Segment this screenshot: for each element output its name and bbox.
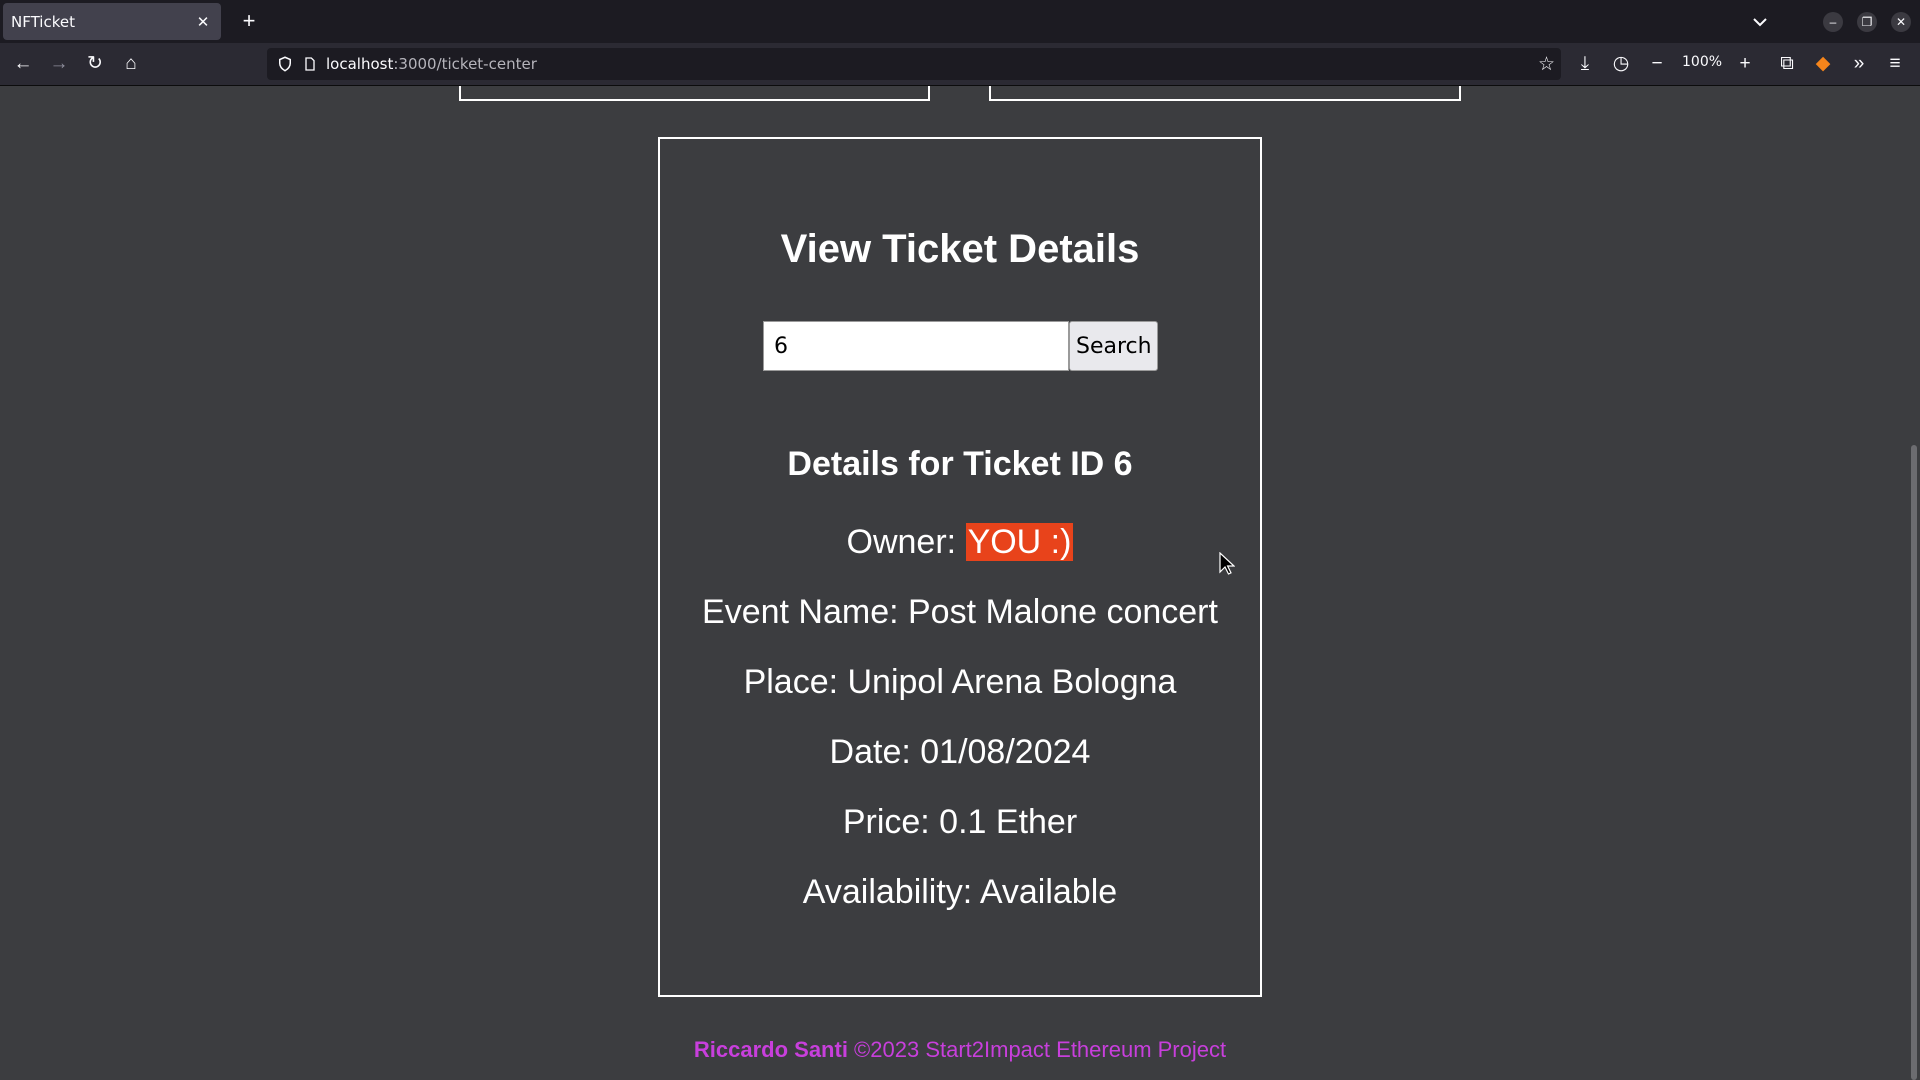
mouse-cursor-icon <box>1219 552 1235 575</box>
details-heading: Details for Ticket ID 6 <box>787 445 1133 483</box>
availability: Availability: Available <box>802 873 1118 911</box>
back-icon[interactable]: ← <box>11 52 35 76</box>
search-button[interactable]: Search <box>1069 321 1158 371</box>
chrome-divider <box>0 85 1920 86</box>
previous-card-left <box>459 86 930 101</box>
download-icon[interactable]: ⤓ <box>1573 52 1597 76</box>
zoom-out-icon[interactable]: − <box>1645 52 1669 76</box>
ticket-id-input[interactable] <box>763 321 1069 371</box>
forward-icon[interactable]: → <box>47 52 71 76</box>
zoom-in-icon[interactable]: + <box>1733 52 1757 76</box>
previous-card-right <box>989 86 1461 101</box>
new-tab-icon[interactable]: + <box>236 8 262 34</box>
extensions-icon[interactable]: ⧉ <box>1775 52 1799 76</box>
url-bar[interactable]: localhost:3000/ticket-center ☆ <box>267 48 1561 80</box>
footer-text: ©2023 Start2Impact Ethereum Project <box>847 1037 1227 1062</box>
bookmark-star-icon[interactable]: ☆ <box>1538 53 1555 76</box>
ticket-search-form: Search <box>763 321 1158 371</box>
event-name: Event Name: Post Malone concert <box>702 593 1218 631</box>
page-icon[interactable] <box>302 55 318 73</box>
menu-icon[interactable]: ≡ <box>1883 52 1907 76</box>
overflow-chevron-icon[interactable]: » <box>1847 52 1871 76</box>
restore-icon[interactable]: ❐ <box>1857 12 1877 32</box>
url-host: localhost <box>326 55 394 73</box>
home-icon[interactable]: ⌂ <box>119 52 143 76</box>
url-path: :3000/ticket-center <box>393 55 537 73</box>
history-icon[interactable]: ◷ <box>1609 52 1633 76</box>
price: Price: 0.1 Ether <box>842 803 1078 841</box>
metamask-fox-icon[interactable]: ◆ <box>1811 52 1835 76</box>
zoom-level[interactable]: 100% <box>1682 54 1722 70</box>
owner-line: Owner: YOU :) <box>660 523 1260 562</box>
place: Place: Unipol Arena Bologna <box>743 663 1177 701</box>
scrollbar[interactable] <box>1911 445 1917 1080</box>
ticket-details-card: View Ticket Details Search Details for T… <box>658 137 1262 997</box>
tab-title: NFTicket <box>11 12 75 31</box>
shield-icon[interactable] <box>276 55 294 73</box>
footer: Riccardo Santi ©2023 Start2Impact Ethere… <box>0 1037 1920 1063</box>
close-tab-icon[interactable]: ✕ <box>193 13 213 31</box>
minimize-icon[interactable]: – <box>1823 12 1843 32</box>
reload-icon[interactable]: ↻ <box>83 52 107 76</box>
owner-value: YOU :) <box>965 523 1074 561</box>
footer-author: Riccardo Santi <box>693 1037 848 1062</box>
tab-bar: NFTicket ✕ + – ❐ ✕ <box>0 0 1920 43</box>
browser-tab[interactable]: NFTicket ✕ <box>3 3 221 40</box>
navigation-bar: ← → ↻ ⌂ localhost:3000/ticket-center ☆ ⤓… <box>0 43 1920 85</box>
owner-label: Owner: <box>846 523 966 561</box>
close-window-icon[interactable]: ✕ <box>1891 12 1911 32</box>
page-title: View Ticket Details <box>780 227 1140 271</box>
chevron-down-icon[interactable] <box>1748 10 1772 34</box>
date: Date: 01/08/2024 <box>829 733 1091 771</box>
